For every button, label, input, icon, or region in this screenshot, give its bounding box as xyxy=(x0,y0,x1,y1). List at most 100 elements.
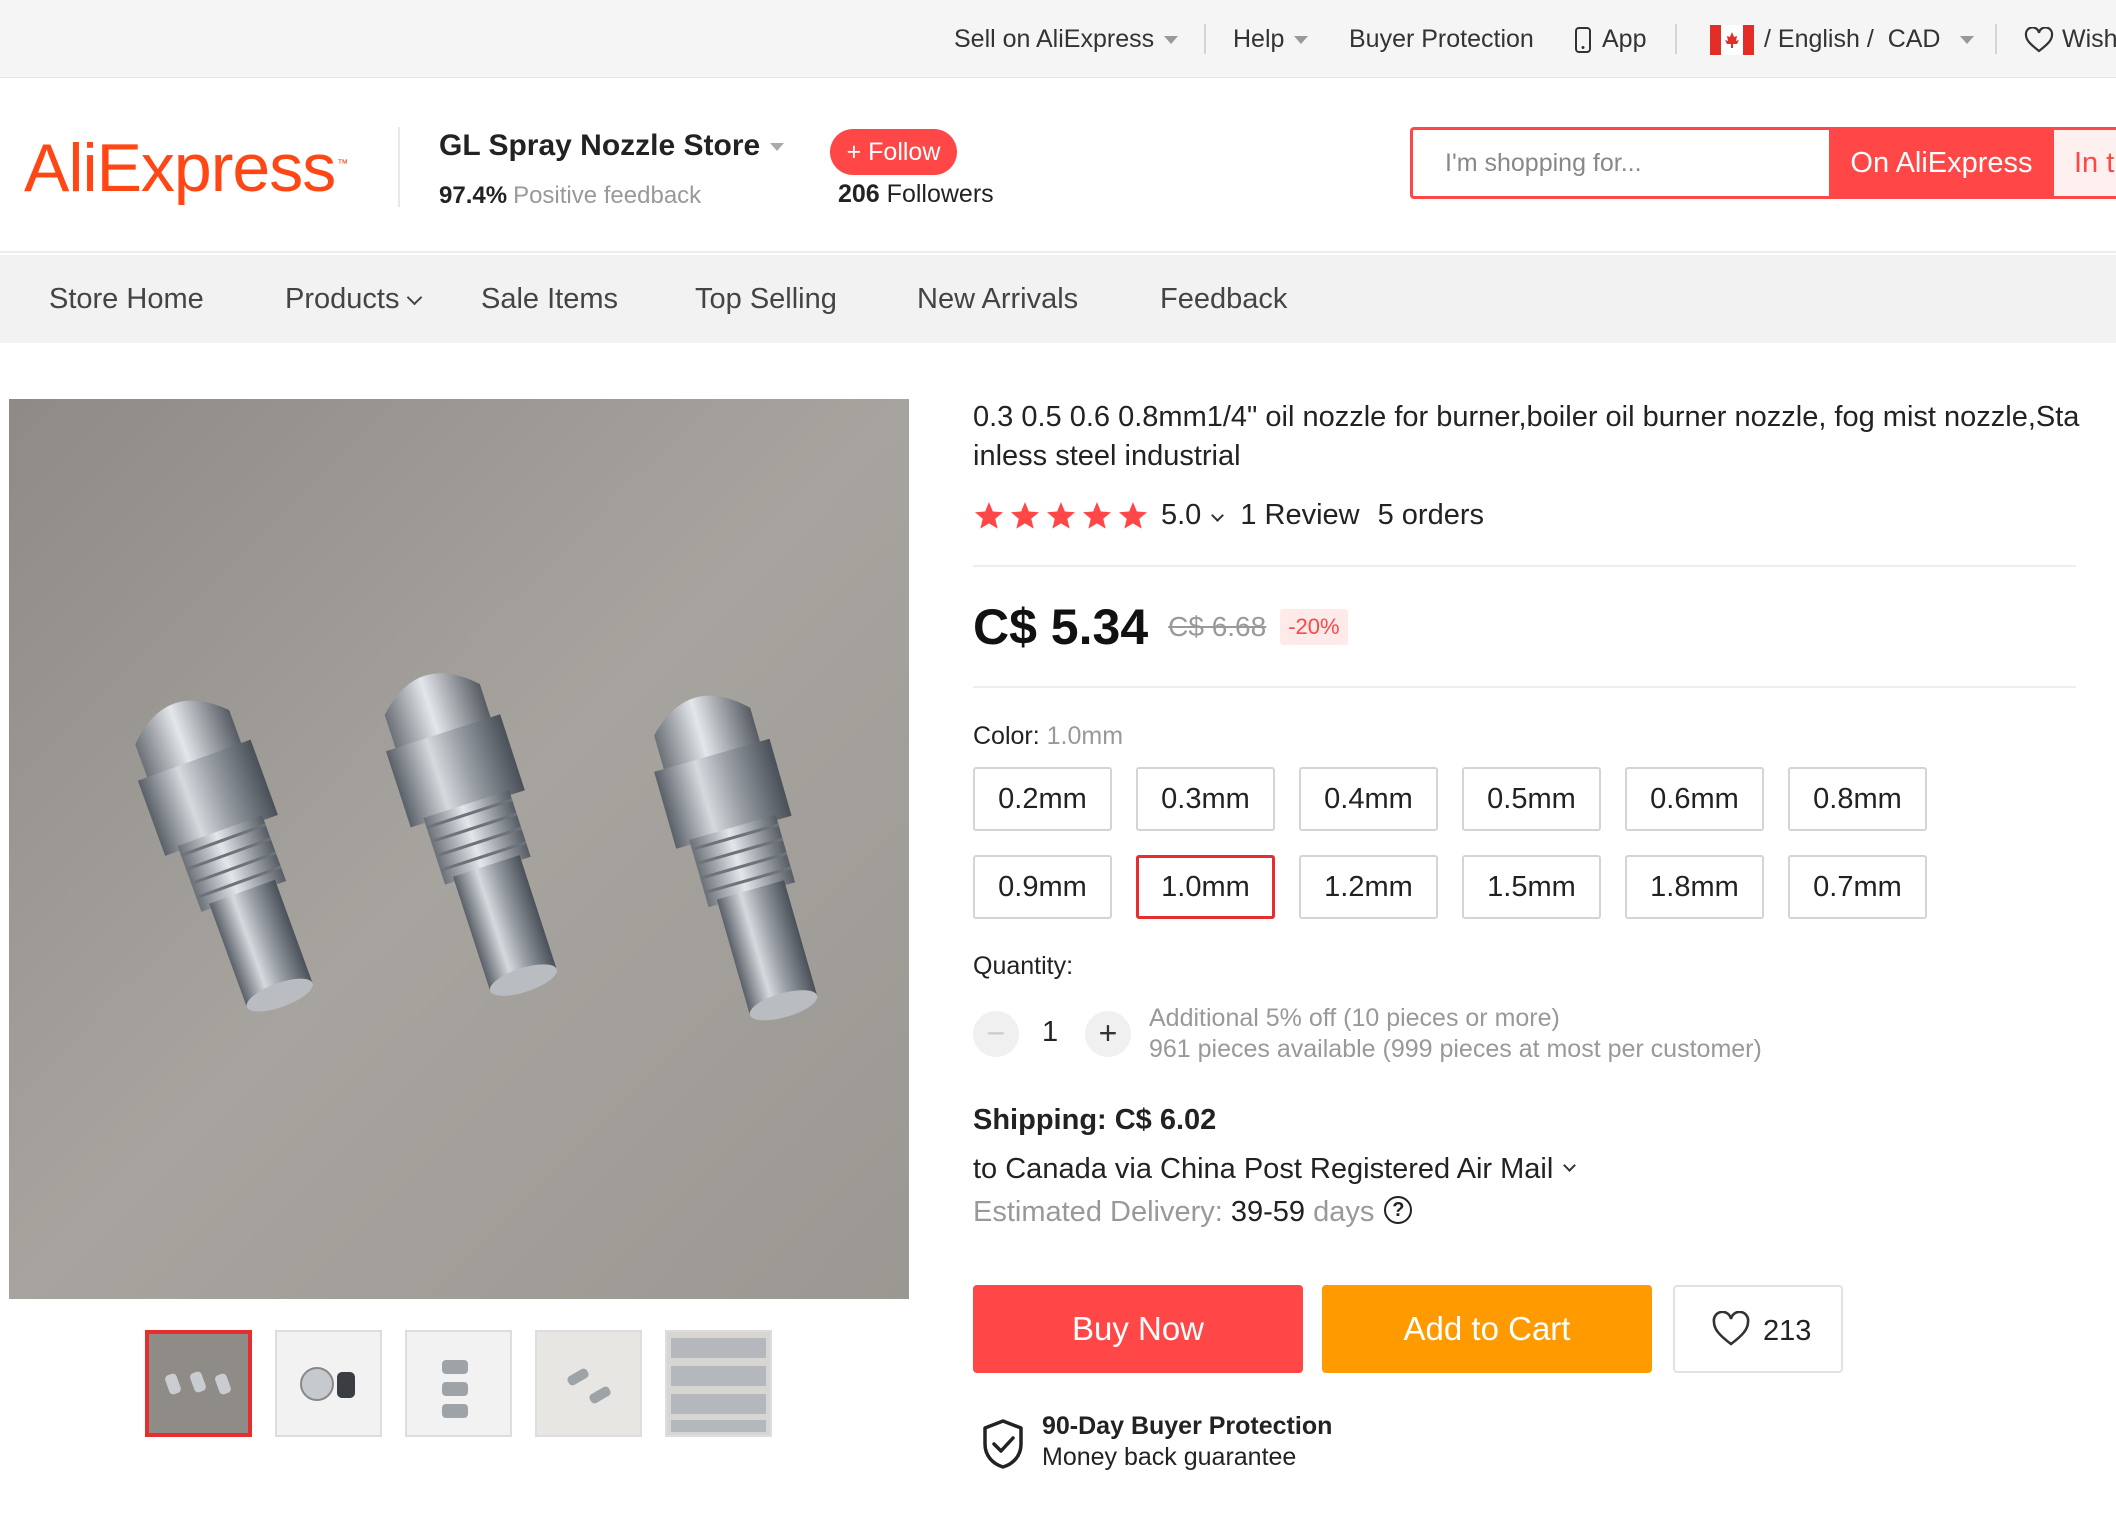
divider xyxy=(973,686,2076,688)
nav-store-home[interactable]: Store Home xyxy=(49,255,204,343)
thumbnail-3[interactable] xyxy=(405,1330,512,1437)
original-price: C$ 6.68 xyxy=(1168,611,1267,642)
quantity-increase-button[interactable]: + xyxy=(1085,1011,1131,1057)
product-title: 0.3 0.5 0.6 0.8mm1/4" oil nozzle for bur… xyxy=(973,401,2080,472)
divider xyxy=(398,127,400,207)
rating-row: 5.0 1 Review 5 orders xyxy=(973,498,1484,538)
star-icon xyxy=(1011,502,1039,529)
nav-new-arrivals[interactable]: New Arrivals xyxy=(917,255,1078,343)
current-price: C$ 5.34 xyxy=(973,599,1149,655)
divider xyxy=(1995,24,1997,54)
search-input[interactable]: I'm shopping for... xyxy=(1445,130,1642,196)
nav-products-label: Products xyxy=(285,283,400,315)
thumbnail-5[interactable] xyxy=(665,1330,772,1437)
rating-score[interactable]: 5.0 xyxy=(1161,499,1225,532)
caret-down-icon xyxy=(1294,36,1309,45)
star-rating xyxy=(973,499,1153,532)
thumbnail-1[interactable] xyxy=(145,1330,252,1437)
color-option[interactable]: 1.5mm xyxy=(1462,855,1601,919)
color-option[interactable]: 0.7mm xyxy=(1788,855,1927,919)
quantity-label: Quantity: xyxy=(973,952,1074,980)
color-option[interactable]: 0.3mm xyxy=(1136,767,1275,831)
store-navigation: Store Home Products Sale Items Top Selli… xyxy=(0,255,2116,343)
sell-label: Sell on AliExpress xyxy=(954,25,1155,53)
caret-down-icon xyxy=(1960,36,1975,45)
color-option[interactable]: 1.8mm xyxy=(1625,855,1764,919)
chevron-down-icon xyxy=(1563,1159,1577,1172)
est-value: 39-59 xyxy=(1230,1196,1306,1228)
divider xyxy=(1204,24,1206,54)
question-icon[interactable]: ? xyxy=(1384,1196,1413,1225)
followers-label: Followers xyxy=(886,180,994,208)
followers-number: 206 xyxy=(838,180,880,208)
followers-count: 206 Followers xyxy=(838,180,994,209)
help-label: Help xyxy=(1233,25,1285,53)
chevron-down-icon xyxy=(1211,508,1225,522)
star-icon xyxy=(1119,502,1147,529)
reviews-link[interactable]: 1 Review xyxy=(1240,499,1359,532)
store-header: AliExpress ™ GL Spray Nozzle Store 97.4% P… xyxy=(0,79,2116,253)
est-label: Estimated Delivery: xyxy=(973,1196,1223,1228)
color-label: Color: 1.0mm xyxy=(973,722,1123,751)
thumbnail-2[interactable] xyxy=(275,1330,382,1437)
color-option[interactable]: 0.4mm xyxy=(1299,767,1438,831)
follow-button[interactable]: + Follow xyxy=(830,129,957,175)
thumbnail-4[interactable] xyxy=(535,1330,642,1437)
language-label: / English / xyxy=(1764,25,1874,53)
aliexpress-logo[interactable]: AliExpress ™ xyxy=(24,129,348,207)
buyer-protection-title: 90-Day Buyer Protection xyxy=(1042,1412,1333,1440)
wishlist-button[interactable]: 213 xyxy=(1673,1285,1843,1373)
shipping-method-selector[interactable]: to Canada via China Post Registered Air … xyxy=(973,1153,1577,1186)
color-option[interactable]: 1.2mm xyxy=(1299,855,1438,919)
shield-check-icon xyxy=(983,1419,1023,1469)
heart-icon xyxy=(1712,1311,1750,1346)
store-name: GL Spray Nozzle Store xyxy=(439,129,761,162)
caret-down-icon xyxy=(770,143,785,152)
language-currency-selector[interactable]: / English / CAD xyxy=(1710,0,1975,78)
color-option[interactable]: 0.5mm xyxy=(1462,767,1601,831)
color-option[interactable]: 0.6mm xyxy=(1625,767,1764,831)
color-option[interactable]: 0.9mm xyxy=(973,855,1112,919)
wishlist-link[interactable]: Wish xyxy=(2024,0,2116,78)
store-name-link[interactable]: GL Spray Nozzle Store xyxy=(439,129,785,163)
add-to-cart-button[interactable]: Add to Cart xyxy=(1322,1285,1652,1373)
estimated-delivery: Estimated Delivery: 39-59 days? xyxy=(973,1196,1413,1229)
nav-feedback[interactable]: Feedback xyxy=(1160,255,1287,343)
divider xyxy=(973,565,2076,567)
color-option[interactable]: 0.2mm xyxy=(973,767,1112,831)
search-bar: I'm shopping for... On AliExpress In t xyxy=(1410,127,2116,199)
shipping-price: Shipping: C$ 6.02 xyxy=(973,1104,1217,1136)
color-value: 1.0mm xyxy=(1046,722,1124,750)
quantity-decrease-button[interactable]: − xyxy=(973,1011,1019,1057)
nav-sale-items[interactable]: Sale Items xyxy=(481,255,618,343)
canada-flag-icon xyxy=(1710,25,1754,56)
store-feedback: 97.4% Positive feedback xyxy=(439,182,701,210)
search-in-store-button[interactable]: In t xyxy=(2054,130,2116,196)
availability-note: 961 pieces available (999 pieces at most… xyxy=(1149,1035,1762,1063)
sell-on-aliexpress-link[interactable]: Sell on AliExpress xyxy=(954,0,1179,78)
chevron-down-icon xyxy=(407,289,423,306)
app-link[interactable]: App xyxy=(1574,0,1646,78)
nozzle-photo xyxy=(9,399,909,1299)
orders-count: 5 orders xyxy=(1377,498,1484,531)
nav-top-selling[interactable]: Top Selling xyxy=(695,255,837,343)
buyer-protection-link[interactable]: Buyer Protection xyxy=(1349,0,1534,78)
color-option[interactable]: 0.8mm xyxy=(1788,767,1927,831)
color-label-text: Color: xyxy=(973,722,1040,750)
star-icon xyxy=(1047,502,1075,529)
nav-products[interactable]: Products xyxy=(285,255,423,343)
feedback-label: Positive feedback xyxy=(513,182,702,209)
currency-label: CAD xyxy=(1887,25,1941,53)
help-menu[interactable]: Help xyxy=(1233,0,1309,78)
bulk-discount-note: Additional 5% off (10 pieces or more) xyxy=(1149,1004,1560,1032)
search-on-aliexpress-button[interactable]: On AliExpress xyxy=(1829,130,2054,196)
heart-icon xyxy=(2024,26,2054,53)
product-main-image[interactable] xyxy=(9,399,909,1299)
shipping-method: to Canada via China Post Registered Air … xyxy=(973,1153,1554,1185)
buy-now-button[interactable]: Buy Now xyxy=(973,1285,1303,1373)
color-option[interactable]: 1.0mm xyxy=(1136,855,1275,919)
est-unit: days xyxy=(1313,1196,1375,1228)
price-row: C$ 5.34 C$ 6.68 -20% xyxy=(973,598,1348,668)
logo-text: AliExpress xyxy=(24,130,336,206)
quantity-input[interactable]: 1 xyxy=(1042,1016,1058,1049)
